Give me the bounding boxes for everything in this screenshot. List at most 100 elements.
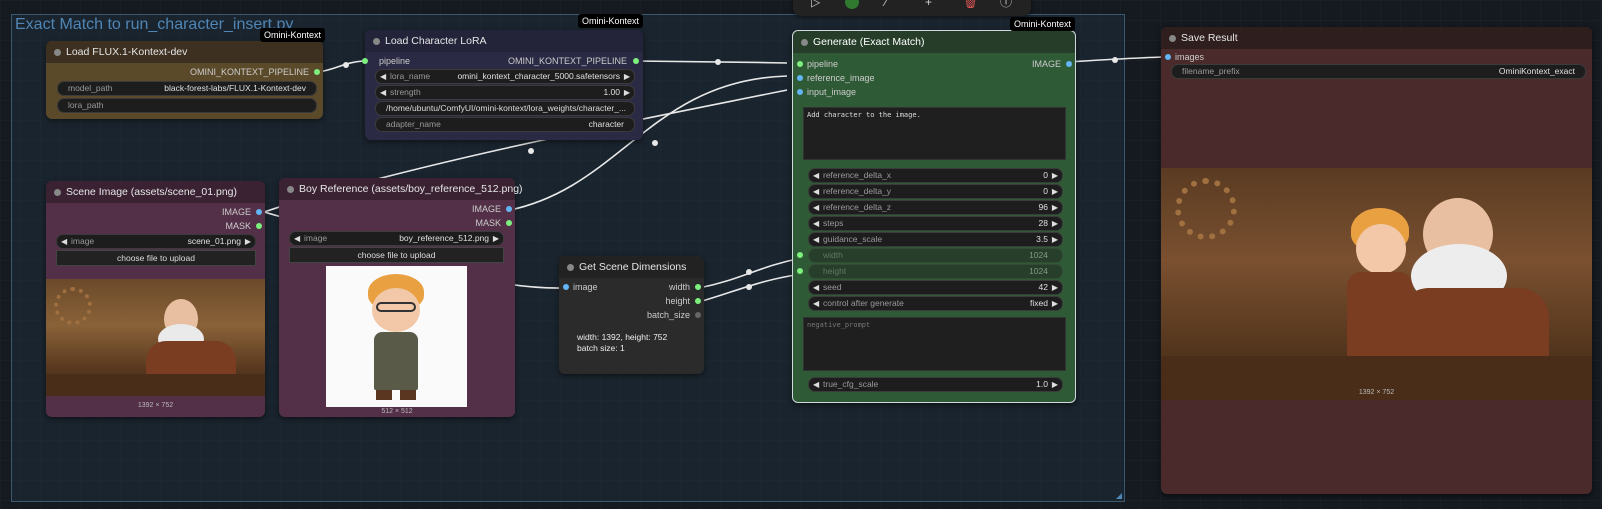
node-title[interactable]: Save Result xyxy=(1161,27,1592,49)
info-icon[interactable]: ⓘ xyxy=(1000,0,1012,8)
input-slot-images[interactable]: images xyxy=(1175,50,1204,64)
arrow-left-icon[interactable]: ◀ xyxy=(380,86,386,99)
node-generate[interactable]: Generate (Exact Match) Omini-Kontext pip… xyxy=(792,17,1076,403)
arrow-left-icon[interactable]: ◀ xyxy=(61,235,67,248)
plus-icon[interactable]: + xyxy=(925,0,932,8)
arrow-right-icon[interactable]: ▶ xyxy=(1052,185,1058,198)
node-title[interactable]: Load FLUX.1-Kontext-dev xyxy=(46,41,323,63)
arrow-right-icon[interactable]: ▶ xyxy=(624,86,630,99)
widget-image-select[interactable]: ◀ image scene_01.png ▶ xyxy=(56,234,256,249)
input-slot-reference-image[interactable]: reference_image xyxy=(807,71,875,85)
output-slot-mask[interactable]: MASK xyxy=(225,219,251,233)
output-slot-dot[interactable] xyxy=(506,220,512,226)
input-slot-dot[interactable] xyxy=(797,61,803,67)
widget-reference-delta-y[interactable]: ◀ reference_delta_y 0 ▶ xyxy=(808,184,1063,199)
upload-button[interactable]: choose file to upload xyxy=(289,247,504,263)
edit-icon[interactable]: ⁄ xyxy=(885,0,887,8)
collapse-dot[interactable] xyxy=(54,49,61,56)
widget-lora-path[interactable]: /home/ubuntu/ComfyUI/omini-kontext/lora_… xyxy=(375,101,635,116)
input-slot-dot[interactable] xyxy=(797,268,803,274)
output-slot-image[interactable]: IMAGE xyxy=(472,202,501,216)
widget-reference-delta-x[interactable]: ◀ reference_delta_x 0 ▶ xyxy=(808,168,1063,183)
collapse-dot[interactable] xyxy=(54,189,61,196)
widget-strength[interactable]: ◀ strength 1.00 ▶ xyxy=(375,85,635,100)
collapse-dot[interactable] xyxy=(287,186,294,193)
arrow-left-icon[interactable]: ◀ xyxy=(294,232,300,245)
widget-guidance-scale[interactable]: ◀ guidance_scale 3.5 ▶ xyxy=(808,232,1063,247)
arrow-left-icon[interactable]: ◀ xyxy=(813,233,819,246)
widget-width[interactable]: width 1024 xyxy=(808,248,1063,263)
node-boy-reference[interactable]: Boy Reference (assets/boy_reference_512.… xyxy=(279,178,523,417)
input-slot-pipeline[interactable]: pipeline xyxy=(379,54,410,68)
widget-model-path[interactable]: model_path black-forest-labs/FLUX.1-Kont… xyxy=(57,81,317,96)
arrow-right-icon[interactable]: ▶ xyxy=(493,232,499,245)
output-slot-dot[interactable] xyxy=(506,206,512,212)
output-slot-image[interactable]: IMAGE xyxy=(1032,57,1061,71)
arrow-left-icon[interactable]: ◀ xyxy=(813,281,819,294)
collapse-dot[interactable] xyxy=(567,264,574,271)
output-slot-pipeline[interactable]: OMINI_KONTEXT_PIPELINE xyxy=(508,54,627,68)
negative-prompt-textarea[interactable]: negative_prompt xyxy=(803,317,1066,371)
node-title[interactable]: Boy Reference (assets/boy_reference_512.… xyxy=(279,178,523,200)
arrow-left-icon[interactable]: ◀ xyxy=(813,378,819,391)
arrow-left-icon[interactable]: ◀ xyxy=(380,70,386,83)
arrow-right-icon[interactable]: ▶ xyxy=(1052,233,1058,246)
widget-adapter-name[interactable]: adapter_name character xyxy=(375,117,635,132)
widget-true-cfg-scale[interactable]: ◀ true_cfg_scale 1.0 ▶ xyxy=(808,377,1063,392)
output-slot-pipeline[interactable]: OMINI_KONTEXT_PIPELINE xyxy=(190,65,309,79)
arrow-right-icon[interactable]: ▶ xyxy=(624,70,630,83)
arrow-right-icon[interactable]: ▶ xyxy=(1052,297,1058,310)
input-slot-dot[interactable] xyxy=(1165,54,1171,60)
output-slot-dot[interactable] xyxy=(1066,61,1072,67)
arrow-left-icon[interactable]: ◀ xyxy=(813,185,819,198)
arrow-right-icon[interactable]: ▶ xyxy=(1052,281,1058,294)
arrow-right-icon[interactable]: ▶ xyxy=(1052,169,1058,182)
output-slot-dot[interactable] xyxy=(314,69,320,75)
arrow-right-icon[interactable]: ▶ xyxy=(1052,201,1058,214)
widget-control-after-generate[interactable]: ◀ control after generate fixed ▶ xyxy=(808,296,1063,311)
collapse-dot[interactable] xyxy=(373,38,380,45)
input-slot-dot[interactable] xyxy=(797,252,803,258)
widget-lora-name[interactable]: ◀ lora_name omini_kontext_character_5000… xyxy=(375,69,635,84)
node-scene-dimensions[interactable]: Get Scene Dimensions image width height … xyxy=(559,256,704,374)
widget-lora-path[interactable]: lora_path xyxy=(57,98,317,113)
arrow-left-icon[interactable]: ◀ xyxy=(813,217,819,230)
output-slot-dot[interactable] xyxy=(695,312,701,318)
input-slot-image[interactable]: image xyxy=(573,280,598,294)
output-slot-image[interactable]: IMAGE xyxy=(222,205,251,219)
upload-button[interactable]: choose file to upload xyxy=(56,250,256,266)
widget-steps[interactable]: ◀ steps 28 ▶ xyxy=(808,216,1063,231)
play-icon[interactable]: ▷ xyxy=(811,0,820,8)
output-slot-dot[interactable] xyxy=(256,209,262,215)
arrow-left-icon[interactable]: ◀ xyxy=(813,169,819,182)
arrow-left-icon[interactable]: ◀ xyxy=(813,297,819,310)
node-title[interactable]: Generate (Exact Match) xyxy=(793,31,1075,53)
input-slot-pipeline[interactable]: pipeline xyxy=(807,57,838,71)
arrow-right-icon[interactable]: ▶ xyxy=(245,235,251,248)
prompt-textarea[interactable]: Add character to the image. xyxy=(803,107,1066,160)
node-load-lora[interactable]: Load Character LoRA Omini-Kontext pipeli… xyxy=(362,14,643,140)
output-slot-dot[interactable] xyxy=(256,223,262,229)
input-slot-dot[interactable] xyxy=(362,58,368,64)
widget-height[interactable]: height 1024 xyxy=(808,264,1063,279)
node-load-flux[interactable]: Load FLUX.1-Kontext-dev Omini-Kontext OM… xyxy=(46,28,325,119)
collapse-dot[interactable] xyxy=(1169,35,1176,42)
widget-seed[interactable]: ◀ seed 42 ▶ xyxy=(808,280,1063,295)
output-slot-mask[interactable]: MASK xyxy=(475,216,501,230)
collapse-dot[interactable] xyxy=(801,39,808,46)
input-slot-input-image[interactable]: input_image xyxy=(807,85,856,99)
widget-filename-prefix[interactable]: filename_prefix OminiKontext_exact xyxy=(1171,64,1586,79)
widget-reference-delta-z[interactable]: ◀ reference_delta_z 96 ▶ xyxy=(808,200,1063,215)
arrow-right-icon[interactable]: ▶ xyxy=(1052,217,1058,230)
input-slot-dot[interactable] xyxy=(797,89,803,95)
output-slot-width[interactable]: width xyxy=(669,280,690,294)
arrow-left-icon[interactable]: ◀ xyxy=(813,201,819,214)
input-slot-dot[interactable] xyxy=(563,284,569,290)
output-slot-dot[interactable] xyxy=(633,58,639,64)
node-save-result[interactable]: Save Result images filename_prefix Omini… xyxy=(1161,27,1592,494)
output-slot-batch-size[interactable]: batch_size xyxy=(647,308,690,322)
widget-image-select[interactable]: ◀ image boy_reference_512.png ▶ xyxy=(289,231,504,246)
status-dot-icon[interactable] xyxy=(845,0,859,9)
delete-icon[interactable]: 🗑 xyxy=(963,0,978,8)
node-title[interactable]: Get Scene Dimensions xyxy=(559,256,704,278)
